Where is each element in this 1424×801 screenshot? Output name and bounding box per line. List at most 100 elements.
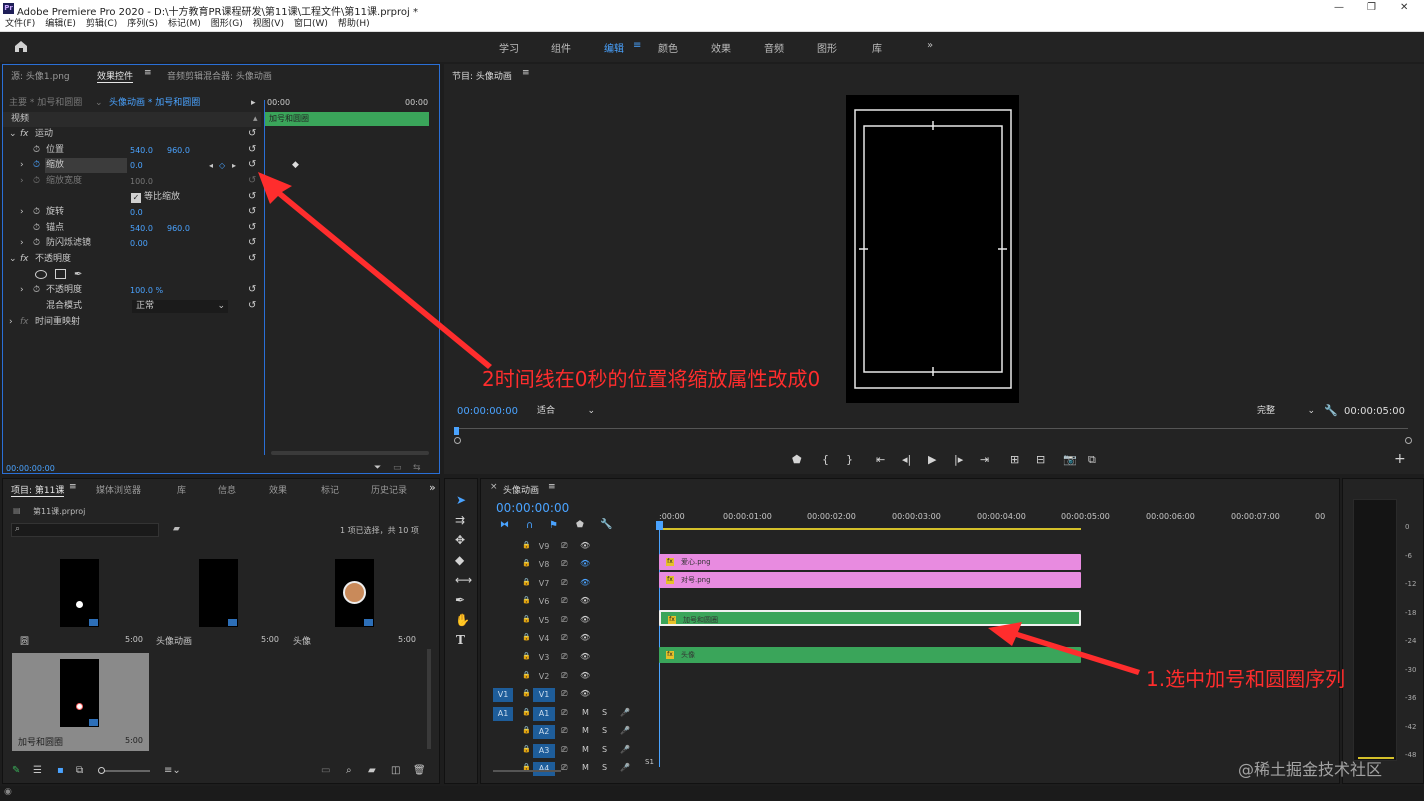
timeline-timecode[interactable]: 00:00:00:00 (496, 501, 569, 515)
project-more-icon[interactable]: » (429, 481, 436, 494)
new-item-icon[interactable]: ◫ (391, 765, 400, 776)
antiflicker-twirl-icon[interactable]: › (20, 236, 24, 251)
voice-over-icon[interactable]: 🎤 (620, 708, 630, 717)
lock-icon[interactable]: 🔒 (522, 671, 531, 679)
eye-icon[interactable]: 👁 (580, 559, 590, 568)
workspace-learning[interactable]: 学习 (499, 40, 519, 55)
menu-view[interactable]: 视图(V) (248, 17, 289, 31)
tab-menu-icon[interactable]: ≡ (144, 68, 152, 78)
uniform-scale-checkbox[interactable]: ✓ (131, 193, 141, 203)
lock-icon[interactable]: 🔒 (522, 689, 531, 697)
lock-icon[interactable]: 🔒 (522, 745, 531, 753)
go-to-in-icon[interactable]: ⇤ (876, 453, 885, 466)
mute-button[interactable]: M (582, 763, 589, 772)
sync-lock-icon[interactable]: ⎚ (561, 671, 567, 681)
voice-over-icon[interactable]: 🎤 (620, 726, 630, 735)
lock-icon[interactable]: 🔒 (522, 633, 531, 641)
filter-icon[interactable]: ⏷ (374, 461, 381, 476)
workspace-menu-icon[interactable]: ≡ (633, 40, 641, 51)
project-search-input[interactable]: ⌕ (11, 523, 159, 537)
play-icon[interactable]: ▶ (928, 453, 936, 466)
reset-opacity-section-icon[interactable]: ↺ (248, 253, 256, 264)
mute-button[interactable]: M (582, 726, 589, 735)
eye-icon[interactable]: 👁 (580, 652, 590, 661)
eye-icon[interactable]: 👁 (580, 578, 590, 587)
reset-scale-icon[interactable]: ↺ (248, 159, 256, 170)
track-label[interactable]: V5 (533, 614, 555, 628)
eye-icon[interactable]: 👁 (580, 596, 590, 605)
tab-history[interactable]: 历史记录 (371, 483, 407, 496)
program-video-frame[interactable] (846, 95, 1019, 403)
reset-anchor-icon[interactable]: ↺ (248, 222, 256, 233)
clear-icon[interactable]: 🗑 (413, 765, 426, 776)
add-keyframe-icon[interactable]: ◇ (219, 158, 225, 173)
thumb-avatar[interactable] (335, 559, 374, 627)
list-view-icon[interactable]: ☰ (33, 765, 42, 776)
tab-effect-controls[interactable]: 效果控件 (97, 69, 134, 83)
sync-lock-icon[interactable]: ⎚ (561, 652, 567, 662)
extract-icon[interactable]: ⊟ (1036, 453, 1045, 466)
sync-lock-icon[interactable]: ⎚ (561, 615, 567, 625)
motion-twirl-icon[interactable]: ⌄ (9, 127, 17, 142)
rotation-value[interactable]: 0.0 (130, 205, 143, 220)
workspace-editing[interactable]: 编辑 (604, 40, 624, 55)
sync-lock-icon[interactable]: ⎚ (561, 745, 567, 755)
track-label[interactable]: V1 (533, 688, 555, 703)
track-label[interactable]: V6 (533, 595, 555, 609)
lock-icon[interactable]: 🔒 (522, 708, 531, 716)
master-dropdown-icon[interactable]: ⌄ (95, 96, 103, 111)
step-back-icon[interactable]: ◂| (902, 453, 911, 466)
reset-motion-icon[interactable]: ↺ (248, 128, 256, 139)
time-ruler[interactable]: :00:00 00:00:01:00 00:00:02:00 00:00:03:… (659, 509, 1325, 531)
menu-graphics[interactable]: 图形(G) (206, 17, 248, 31)
clip-plus-circle[interactable]: fx 加号和圆圈 (659, 610, 1081, 626)
tab-effects[interactable]: 效果 (269, 483, 287, 496)
eye-icon[interactable]: 👁 (580, 541, 590, 550)
step-forward-icon[interactable]: |▸ (954, 453, 963, 466)
program-zoom-right[interactable] (1405, 437, 1412, 444)
project-menu-icon[interactable]: ≡ (69, 482, 77, 492)
track-label[interactable]: V2 (533, 670, 555, 684)
selected-item-plus-circle[interactable]: 加号和圆圈 5:00 (12, 653, 149, 751)
workspace-effects[interactable]: 效果 (711, 40, 731, 55)
lock-icon[interactable]: 🔒 (522, 541, 531, 549)
pen-mask-icon[interactable]: ✒ (74, 267, 82, 282)
anchor-x[interactable]: 540.0 (130, 221, 153, 236)
timeline-settings-icon[interactable]: 🔧 (600, 519, 612, 530)
anchor-y[interactable]: 960.0 (167, 221, 190, 236)
track-label[interactable]: V3 (533, 651, 555, 665)
reset-opacity-icon[interactable]: ↺ (248, 284, 256, 295)
time-remap-twirl-icon[interactable]: › (9, 315, 13, 330)
menu-markers[interactable]: 标记(M) (163, 17, 206, 31)
antiflicker-stopwatch-icon[interactable]: ⏱ (33, 236, 40, 251)
antiflicker-value[interactable]: 0.00 (130, 236, 148, 251)
menu-help[interactable]: 帮助(H) (333, 17, 375, 31)
reset-blend-icon[interactable]: ↺ (248, 300, 256, 311)
eye-icon[interactable]: 👁 (580, 615, 590, 624)
opacity-twirl-icon[interactable]: ⌄ (9, 252, 17, 267)
timeline-close-icon[interactable]: × (490, 482, 498, 492)
thumb-avatar-animation[interactable] (199, 559, 238, 627)
menu-edit[interactable]: 编辑(E) (40, 17, 81, 31)
ec-clip-bar[interactable]: 加号和圆圈 (265, 112, 429, 126)
compare-view-icon[interactable]: ⧉ (1088, 453, 1096, 467)
automate-icon[interactable]: ▭ (321, 765, 330, 776)
project-scrollbar[interactable] (427, 649, 431, 749)
program-timecode[interactable]: 00:00:00:00 (457, 406, 518, 417)
program-zoom-left[interactable] (454, 437, 461, 444)
button-editor-add-icon[interactable]: + (1394, 451, 1406, 467)
playhead-handle[interactable] (656, 521, 663, 530)
ec-playhead[interactable] (264, 100, 265, 455)
rotation-stopwatch-icon[interactable]: ⏱ (33, 205, 40, 220)
stopwatch-icon[interactable]: ⏱ (33, 143, 40, 158)
eye-icon[interactable]: 👁 (580, 633, 590, 642)
pen-tool-icon[interactable]: ✒ (455, 593, 465, 607)
sync-lock-icon[interactable]: ⎚ (561, 559, 567, 569)
nest-toggle-icon[interactable]: ⧓ (500, 520, 509, 530)
tab-markers[interactable]: 标记 (321, 483, 339, 496)
position-y[interactable]: 960.0 (167, 143, 190, 158)
track-label[interactable]: A1 (533, 706, 555, 721)
snap-icon[interactable]: ∩ (526, 520, 533, 531)
find-icon[interactable]: ⌕ (346, 765, 352, 776)
solo-button[interactable]: S (602, 726, 607, 735)
